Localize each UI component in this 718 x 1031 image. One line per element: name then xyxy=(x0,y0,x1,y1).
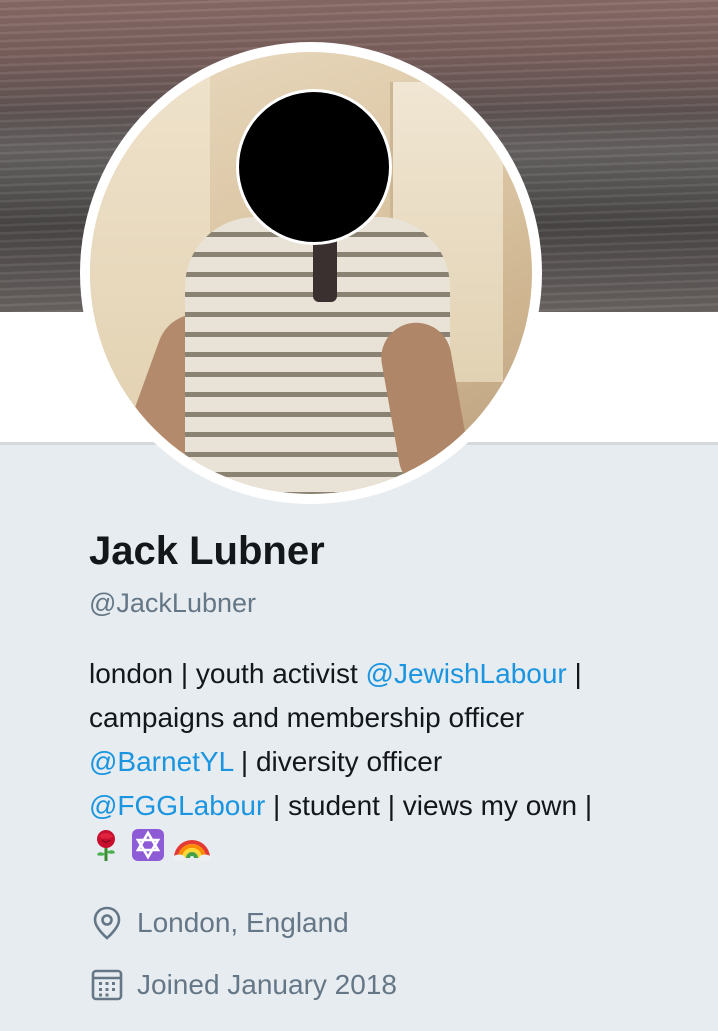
mention-link-jewishlabour[interactable]: @JewishLabour xyxy=(366,658,567,689)
face-redaction-circle xyxy=(236,89,392,245)
bio-line-3: @BarnetYL | diversity officer xyxy=(89,740,689,784)
mention-link-barnetyl[interactable]: @BarnetYL xyxy=(89,746,233,777)
profile-handle[interactable]: @JackLubner xyxy=(89,587,256,619)
bio-text: london | youth activist xyxy=(89,658,366,689)
location-text: London, England xyxy=(137,907,349,938)
bio-emoji-row xyxy=(89,828,689,872)
bio-text: | xyxy=(566,658,582,689)
bio-line-1: london | youth activist @JewishLabour | xyxy=(89,652,689,696)
bio-line-2: campaigns and membership officer xyxy=(89,702,525,733)
bio-text: | student | views my own | xyxy=(265,790,593,821)
rose-emoji xyxy=(89,828,123,862)
profile-name: Jack Lubner xyxy=(89,529,325,573)
avatar[interactable] xyxy=(90,52,532,494)
bio-line-4: @FGGLabour | student | views my own | xyxy=(89,784,689,828)
profile-location: London, England xyxy=(89,905,349,941)
avatar-frame[interactable] xyxy=(80,42,542,504)
location-pin-icon xyxy=(89,905,125,941)
calendar-icon xyxy=(89,967,125,1003)
mention-link-fgglabour[interactable]: @FGGLabour xyxy=(89,790,265,821)
profile-bio: london | youth activist @JewishLabour | … xyxy=(89,652,689,872)
bio-text: | diversity officer xyxy=(233,746,443,777)
star-of-david-emoji xyxy=(131,828,165,862)
profile-page: Jack Lubner @JackLubner london | youth a… xyxy=(0,0,718,1031)
joined-text: Joined January 2018 xyxy=(137,969,397,1000)
rainbow-emoji xyxy=(172,828,211,862)
profile-join-date: Joined January 2018 xyxy=(89,967,397,1003)
